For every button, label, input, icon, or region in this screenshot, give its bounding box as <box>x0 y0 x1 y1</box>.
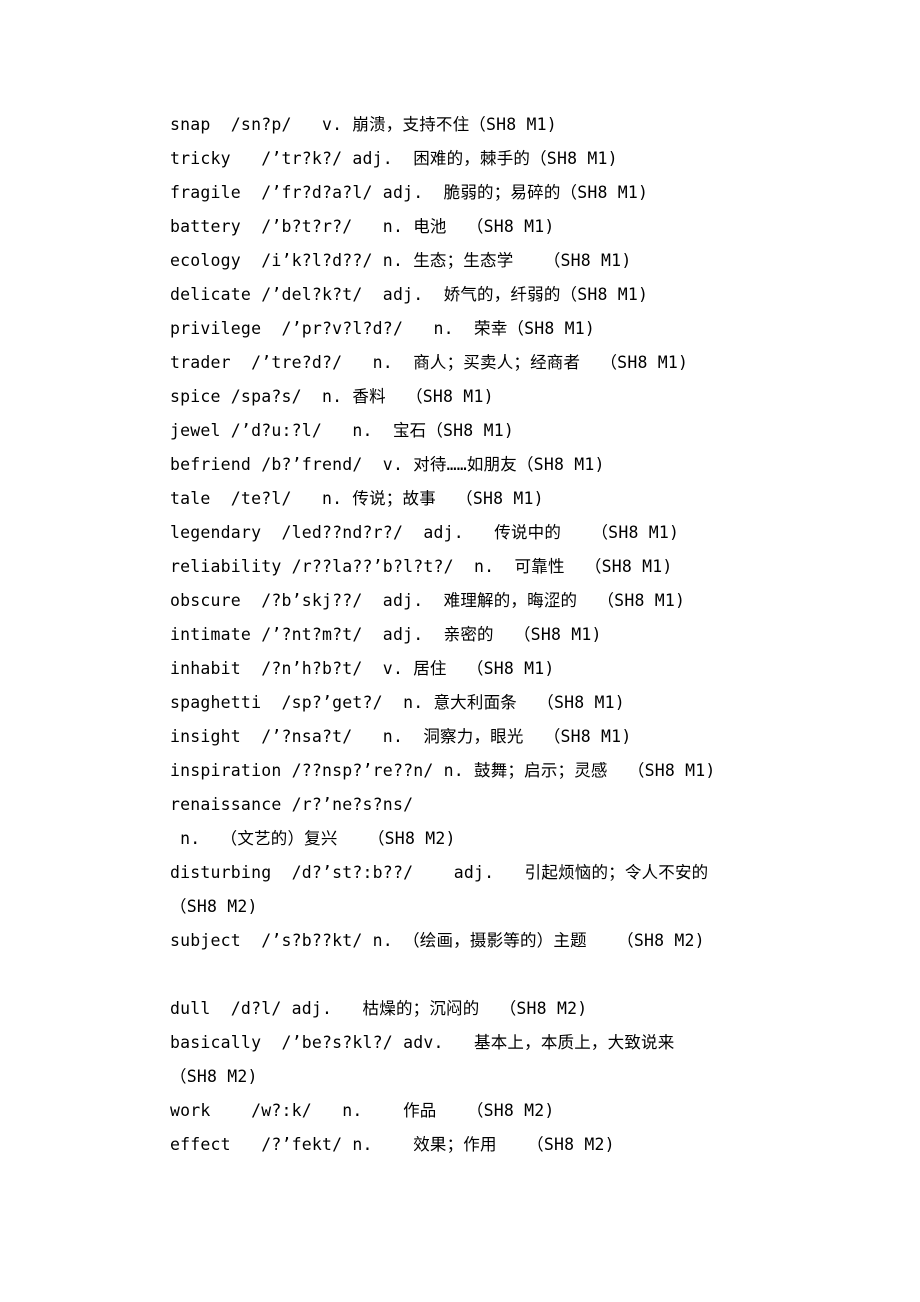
vocabulary-entry: delicate /’del?k?t/ adj. 娇气的，纤弱的（SH8 M1) <box>170 278 870 312</box>
vocabulary-entry: work /w?:k/ n. 作品 （SH8 M2) <box>170 1094 870 1128</box>
entry-line-primary: tricky /’tr?k?/ adj. 困难的，棘手的（SH8 M1) <box>170 149 618 168</box>
vocabulary-entry: snap /sn?p/ v. 崩溃，支持不住（SH8 M1) <box>170 108 870 142</box>
vocabulary-entry: tricky /’tr?k?/ adj. 困难的，棘手的（SH8 M1) <box>170 142 870 176</box>
vocabulary-entry: renaissance /r?’ne?s?ns/ n. （文艺的）复兴 （SH8… <box>170 788 870 856</box>
entry-line-primary: trader /’tre?d?/ n. 商人；买卖人；经商者 （SH8 M1) <box>170 353 689 372</box>
entry-line-primary: disturbing /d?’st?:b??/ adj. 引起烦恼的；令人不安的 <box>170 863 709 882</box>
entry-line-primary: ecology /i’k?l?d??/ n. 生态；生态学 （SH8 M1) <box>170 251 632 270</box>
entry-line-primary: battery /’b?t?r?/ n. 电池 （SH8 M1) <box>170 217 555 236</box>
entry-line-continuation: n. （文艺的）复兴 （SH8 M2) <box>170 829 456 848</box>
vocabulary-entry: effect /?’fekt/ n. 效果；作用 （SH8 M2) <box>170 1128 870 1162</box>
entry-line-primary: delicate /’del?k?t/ adj. 娇气的，纤弱的（SH8 M1) <box>170 285 649 304</box>
entry-line-primary: befriend /b?’frend/ v. 对待……如朋友（SH8 M1) <box>170 455 605 474</box>
entry-line-primary: spice /spa?s/ n. 香料 （SH8 M1) <box>170 387 494 406</box>
entry-line-primary: tale /te?l/ n. 传说；故事 （SH8 M1) <box>170 489 544 508</box>
entry-line-primary: subject /’s?b??kt/ n. （绘画，摄影等的）主题 （SH8 M… <box>170 931 705 950</box>
vocabulary-entry: intimate /’?nt?m?t/ adj. 亲密的 （SH8 M1) <box>170 618 870 652</box>
vocabulary-entry: fragile /’fr?d?a?l/ adj. 脆弱的；易碎的（SH8 M1) <box>170 176 870 210</box>
entry-line-continuation: （SH8 M2) <box>170 1067 258 1086</box>
vocabulary-entry: inspiration /??nsp?’re??n/ n. 鼓舞；启示；灵感 （… <box>170 754 870 788</box>
vocabulary-entry: spice /spa?s/ n. 香料 （SH8 M1) <box>170 380 870 414</box>
vocabulary-entry: dull /d?l/ adj. 枯燥的；沉闷的 （SH8 M2) <box>170 992 870 1026</box>
entry-line-primary: renaissance /r?’ne?s?ns/ <box>170 795 414 814</box>
entry-line-primary: obscure /?b’skj??/ adj. 难理解的，晦涩的 （SH8 M1… <box>170 591 686 610</box>
vocabulary-entry: legendary /led??nd?r?/ adj. 传说中的 （SH8 M1… <box>170 516 870 550</box>
document-page: snap /sn?p/ v. 崩溃，支持不住（SH8 M1) tricky /’t… <box>0 0 920 1302</box>
entry-line-primary: fragile /’fr?d?a?l/ adj. 脆弱的；易碎的（SH8 M1) <box>170 183 649 202</box>
vocabulary-entry: insight /’?nsa?t/ n. 洞察力，眼光 （SH8 M1) <box>170 720 870 754</box>
entry-line-primary: privilege /’pr?v?l?d?/ n. 荣幸（SH8 M1) <box>170 319 596 338</box>
entry-line-primary: basically /’be?s?kl?/ adv. 基本上，本质上，大致说来 <box>170 1033 675 1052</box>
vocabulary-entry: obscure /?b’skj??/ adj. 难理解的，晦涩的 （SH8 M1… <box>170 584 870 618</box>
entry-line-primary: reliability /r??la??’b?l?t?/ n. 可靠性 （SH8… <box>170 557 673 576</box>
entry-line-primary: spaghetti /sp?’get?/ n. 意大利面条 （SH8 M1) <box>170 693 625 712</box>
vocabulary-entry: subject /’s?b??kt/ n. （绘画，摄影等的）主题 （SH8 M… <box>170 924 870 958</box>
vocabulary-entry: reliability /r??la??’b?l?t?/ n. 可靠性 （SH8… <box>170 550 870 584</box>
vocabulary-entry: basically /’be?s?kl?/ adv. 基本上，本质上，大致说来 （… <box>170 1026 870 1094</box>
vocabulary-entry: inhabit /?n’h?b?t/ v. 居住 （SH8 M1) <box>170 652 870 686</box>
entry-line-primary: intimate /’?nt?m?t/ adj. 亲密的 （SH8 M1) <box>170 625 602 644</box>
vocabulary-entry: spaghetti /sp?’get?/ n. 意大利面条 （SH8 M1) <box>170 686 870 720</box>
vocabulary-entry: privilege /’pr?v?l?d?/ n. 荣幸（SH8 M1) <box>170 312 870 346</box>
vocabulary-list: snap /sn?p/ v. 崩溃，支持不住（SH8 M1) tricky /’t… <box>170 108 870 1162</box>
entry-line-primary: legendary /led??nd?r?/ adj. 传说中的 （SH8 M1… <box>170 523 680 542</box>
entry-line-primary: work /w?:k/ n. 作品 （SH8 M2) <box>170 1101 555 1120</box>
vocabulary-entry: battery /’b?t?r?/ n. 电池 （SH8 M1) <box>170 210 870 244</box>
vocabulary-entry: trader /’tre?d?/ n. 商人；买卖人；经商者 （SH8 M1) <box>170 346 870 380</box>
entry-line-primary: snap /sn?p/ v. 崩溃，支持不住（SH8 M1) <box>170 115 557 134</box>
entry-line-continuation: （SH8 M2) <box>170 897 258 916</box>
vocabulary-entry: jewel /’d?u:?l/ n. 宝石（SH8 M1) <box>170 414 870 448</box>
vocabulary-entry: disturbing /d?’st?:b??/ adj. 引起烦恼的；令人不安的… <box>170 856 870 924</box>
entry-line-primary: jewel /’d?u:?l/ n. 宝石（SH8 M1) <box>170 421 514 440</box>
entry-line-primary: inspiration /??nsp?’re??n/ n. 鼓舞；启示；灵感 （… <box>170 761 716 780</box>
entry-line-primary: dull /d?l/ adj. 枯燥的；沉闷的 （SH8 M2) <box>170 999 588 1018</box>
vocabulary-entry: tale /te?l/ n. 传说；故事 （SH8 M1) <box>170 482 870 516</box>
entry-line-primary: effect /?’fekt/ n. 效果；作用 （SH8 M2) <box>170 1135 615 1154</box>
vocabulary-entry: befriend /b?’frend/ v. 对待……如朋友（SH8 M1) <box>170 448 870 482</box>
vocabulary-entry: ecology /i’k?l?d??/ n. 生态；生态学 （SH8 M1) <box>170 244 870 278</box>
entry-line-primary: inhabit /?n’h?b?t/ v. 居住 （SH8 M1) <box>170 659 555 678</box>
entry-line-primary: insight /’?nsa?t/ n. 洞察力，眼光 （SH8 M1) <box>170 727 632 746</box>
